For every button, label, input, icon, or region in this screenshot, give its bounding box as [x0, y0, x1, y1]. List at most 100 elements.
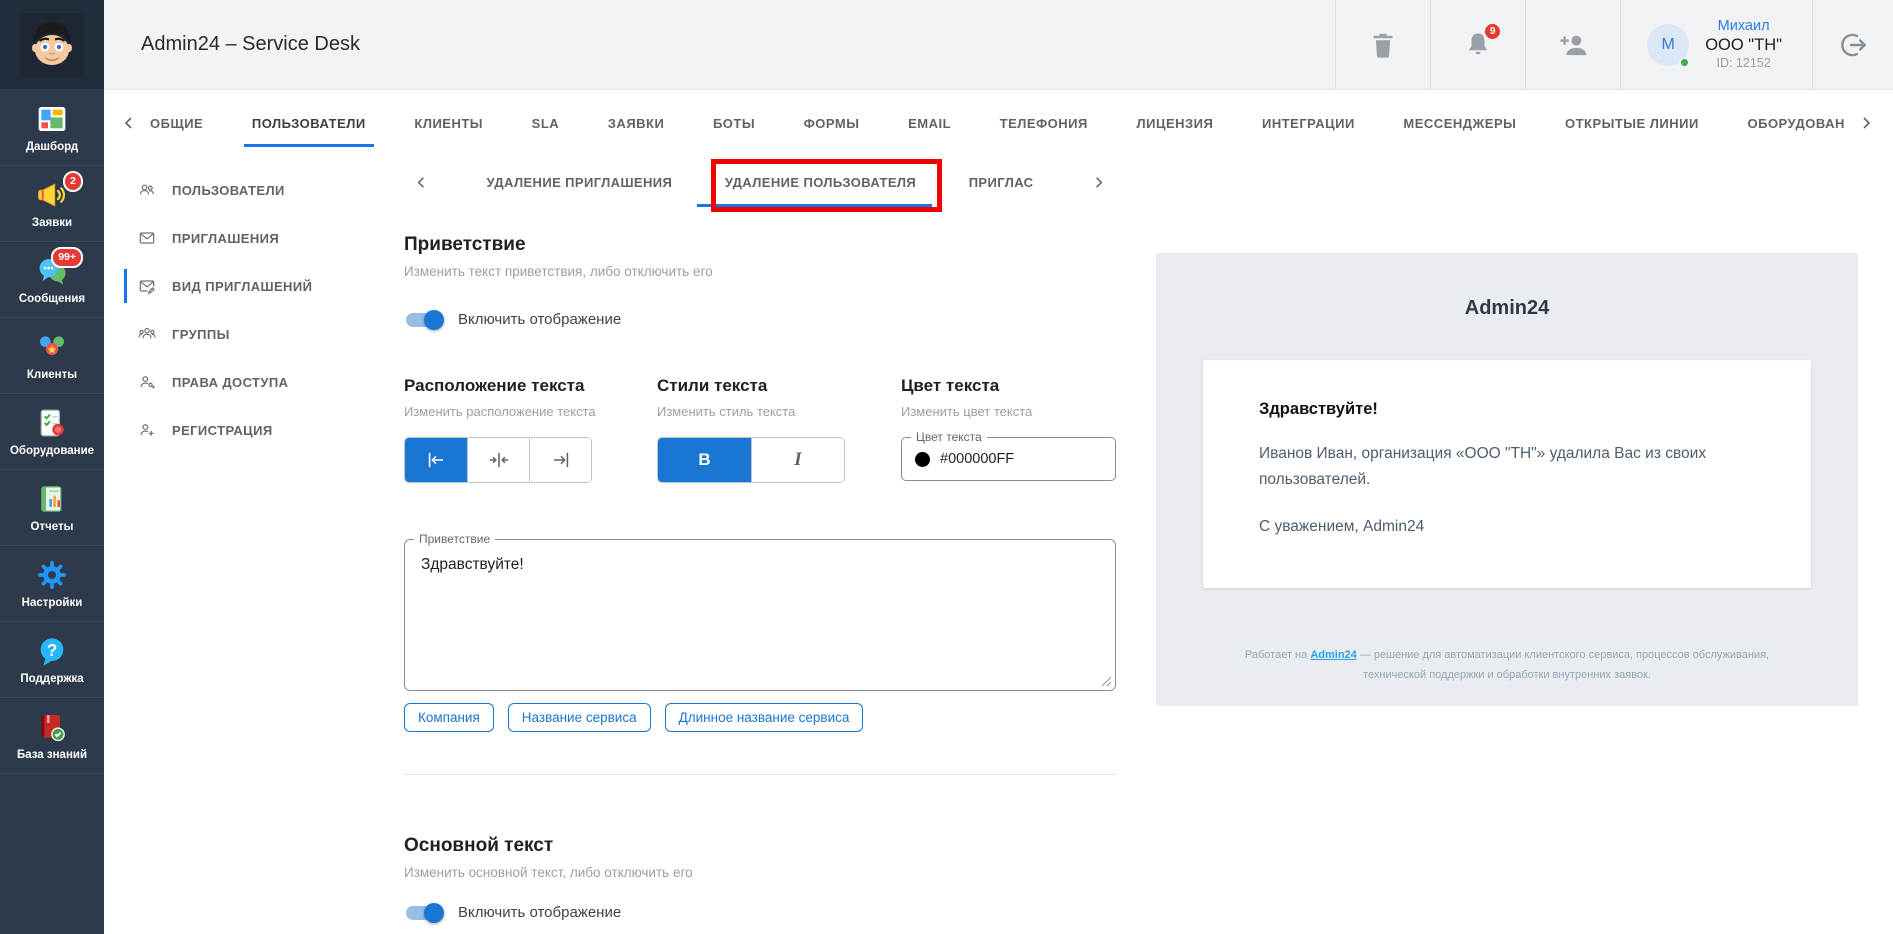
tab-users[interactable]: ПОЛЬЗОВАТЕЛИ	[252, 90, 366, 156]
preview-greeting: Здравствуйте!	[1259, 400, 1755, 419]
notifications-button[interactable]: 9	[1430, 0, 1525, 89]
subnav-item-invitations[interactable]: ПРИГЛАШЕНИЯ	[104, 214, 404, 262]
subtab-invitation-deletion[interactable]: УДАЛЕНИЕ ПРИГЛАШЕНИЯ	[487, 175, 673, 190]
logout-icon	[1837, 29, 1869, 61]
align-center-button[interactable]	[467, 438, 529, 482]
chip-long-service-name[interactable]: Длинное название сервиса	[665, 703, 864, 732]
tab-messengers[interactable]: МЕССЕНДЖЕРЫ	[1403, 90, 1516, 156]
user-menu[interactable]: M Михаил ООО "ТН" ID: 12152	[1620, 0, 1812, 89]
tab-forms[interactable]: ФОРМЫ	[804, 90, 860, 156]
italic-button[interactable]: I	[751, 438, 844, 482]
text-color-field[interactable]: Цвет текста #000000FF	[901, 437, 1116, 481]
tabs-scroll-left[interactable]	[116, 115, 142, 131]
subnav-item-invitation-view[interactable]: ВИД ПРИГЛАШЕНИЙ	[104, 262, 404, 310]
subtab-user-deletion[interactable]: УДАЛЕНИЕ ПОЛЬЗОВАТЕЛЯ	[725, 175, 916, 190]
dashboard-icon	[35, 102, 69, 136]
subnav-item-groups[interactable]: ГРУППЫ	[104, 310, 404, 358]
content-area: ПОЛЬЗОВАТЕЛИ ПРИГЛАШЕНИЯ ВИД ПРИГЛАШЕНИЙ	[104, 156, 1893, 934]
color-subtitle: Изменить цвет текста	[901, 404, 1116, 419]
active-subtab-underline	[697, 204, 932, 207]
messages-badge: 99+	[51, 247, 83, 268]
sidebar-item-equipment[interactable]: Оборудование	[0, 394, 104, 470]
section-divider	[404, 774, 1116, 775]
preview-body-text: Иванов Иван, организация «ООО "ТН"» удал…	[1259, 441, 1739, 492]
preview-email-card: Здравствуйте! Иванов Иван, организация «…	[1203, 360, 1811, 588]
tab-bots[interactable]: БОТЫ	[713, 90, 755, 156]
user-avatar: M	[1647, 24, 1689, 66]
top-header: Admin24 – Service Desk 9	[104, 0, 1893, 90]
help-bubble-icon: ?	[35, 634, 69, 668]
subnav-item-users[interactable]: ПОЛЬЗОВАТЕЛИ	[104, 166, 404, 214]
greeting-textarea-value: Здравствуйте!	[421, 556, 1099, 574]
megaphone-icon: 2	[35, 178, 69, 212]
app-window: Дашборд 2 Заявки	[0, 0, 1893, 934]
sidebar-item-knowledge-base[interactable]: База знаний	[0, 698, 104, 774]
chip-service-name[interactable]: Название сервиса	[508, 703, 651, 732]
alignment-subtitle: Изменить расположение текста	[404, 404, 657, 419]
greeting-textarea[interactable]: Приветствие Здравствуйте!	[404, 539, 1116, 691]
preview-footer: Работает на Admin24 — решение для автома…	[1227, 646, 1787, 686]
align-left-button[interactable]	[405, 438, 467, 482]
align-right-button[interactable]	[529, 438, 591, 482]
chevron-left-icon	[414, 175, 429, 190]
subtabs-scroll-left[interactable]	[408, 175, 434, 190]
sidebar-item-messages[interactable]: 99+ Сообщения	[0, 242, 104, 318]
sidebar-item-reports[interactable]: Отчеты	[0, 470, 104, 546]
notifications-badge: 9	[1483, 22, 1502, 41]
align-right-icon	[550, 449, 572, 471]
tab-general[interactable]: ОБЩИЕ	[150, 90, 203, 156]
sidebar-item-clients[interactable]: Клиенты	[0, 318, 104, 394]
text-color-field-label: Цвет текста	[911, 430, 987, 444]
bold-button[interactable]: B	[658, 438, 751, 482]
sidebar-item-dashboard[interactable]: Дашборд	[0, 90, 104, 166]
main-area: Admin24 – Service Desk 9	[104, 0, 1893, 934]
italic-glyph: I	[794, 449, 801, 471]
report-chart-icon	[35, 482, 69, 516]
sidebar-item-settings[interactable]: Настройки	[0, 546, 104, 622]
text-settings-columns: Расположение текста Изменить расположени…	[404, 376, 1116, 483]
subnav-item-registration[interactable]: РЕГИСТРАЦИЯ	[104, 406, 404, 454]
tab-equipment[interactable]: ОБОРУДОВАН	[1747, 90, 1844, 156]
body-text-display-toggle[interactable]: Включить отображение	[404, 904, 1116, 921]
tab-clients[interactable]: КЛИЕНТЫ	[414, 90, 483, 156]
toggle-switch-on[interactable]	[406, 906, 440, 920]
color-swatch-black	[915, 452, 930, 467]
sidebar-item-label: База знаний	[17, 749, 87, 761]
tab-email[interactable]: EMAIL	[908, 90, 951, 156]
user-avatar-initial: M	[1662, 36, 1675, 54]
tab-license[interactable]: ЛИЦЕНЗИЯ	[1136, 90, 1213, 156]
align-center-icon	[488, 449, 510, 471]
tabs-scroll-right[interactable]	[1853, 115, 1879, 131]
toggle-switch-on[interactable]	[406, 313, 440, 327]
subtabs-scroll-right[interactable]	[1086, 175, 1112, 190]
chat-icon: 99+	[35, 254, 69, 288]
sidebar-item-tickets[interactable]: 2 Заявки	[0, 166, 104, 242]
tab-telephony[interactable]: ТЕЛЕФОНИЯ	[1000, 90, 1088, 156]
online-status-dot	[1679, 57, 1690, 68]
person-add-icon	[1557, 29, 1589, 61]
subtab-invitations-truncated[interactable]: ПРИГЛАС	[969, 175, 1034, 190]
group-icon	[137, 324, 157, 344]
profile-avatar[interactable]	[0, 0, 104, 90]
trash-button[interactable]	[1335, 0, 1430, 89]
logout-button[interactable]	[1812, 0, 1893, 89]
tab-tickets[interactable]: ЗАЯВКИ	[608, 90, 665, 156]
admin24-link[interactable]: Admin24	[1310, 649, 1356, 661]
resize-handle[interactable]	[1101, 676, 1112, 687]
chip-company[interactable]: Компания	[404, 703, 494, 732]
tab-sla[interactable]: SLA	[532, 90, 560, 156]
body-text-section-subtitle: Изменить основной текст, либо отключить …	[404, 865, 1116, 880]
styles-subtitle: Изменить стиль текста	[657, 404, 901, 419]
sidebar-item-label: Отчеты	[31, 521, 74, 533]
tab-open-lines[interactable]: ОТКРЫТЫЕ ЛИНИИ	[1565, 90, 1699, 156]
subnav-item-access-rights[interactable]: ПРАВА ДОСТУПА	[104, 358, 404, 406]
user-organization: ООО "ТН"	[1705, 35, 1782, 56]
subnav-label: ПРАВА ДОСТУПА	[172, 375, 288, 390]
add-user-button[interactable]	[1525, 0, 1620, 89]
toggle-label: Включить отображение	[458, 311, 621, 328]
sidebar-item-support[interactable]: ? Поддержка	[0, 622, 104, 698]
greeting-display-toggle[interactable]: Включить отображение	[404, 311, 1116, 328]
chevron-right-icon	[1858, 115, 1874, 131]
tab-integrations[interactable]: ИНТЕГРАЦИИ	[1262, 90, 1355, 156]
alignment-title: Расположение текста	[404, 376, 657, 396]
